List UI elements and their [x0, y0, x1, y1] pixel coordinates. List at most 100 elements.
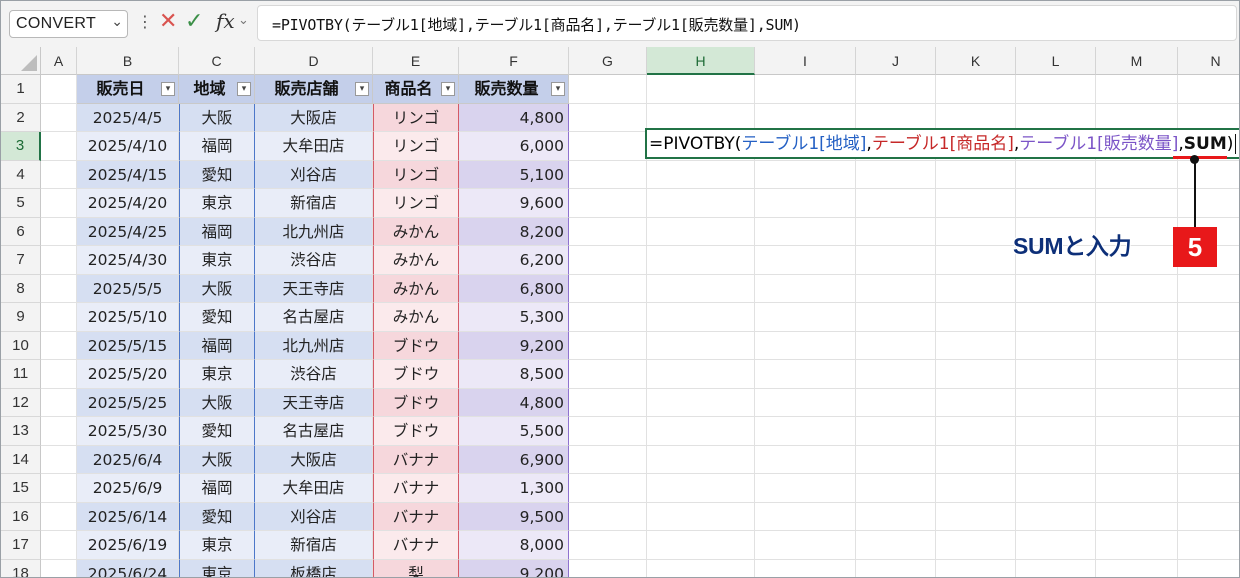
table-header-cell[interactable]: 販売数量 ▾	[459, 75, 569, 104]
grid-cell[interactable]	[1016, 559, 1096, 577]
table-cell[interactable]: 大阪店	[255, 103, 373, 132]
column-header-a[interactable]: A	[41, 47, 77, 75]
grid-cell[interactable]	[936, 502, 1016, 531]
grid-cell[interactable]	[1016, 417, 1096, 446]
table-cell[interactable]: 大牟田店	[255, 132, 373, 161]
table-cell[interactable]: 9,200	[459, 559, 569, 577]
grid-cell[interactable]	[1096, 360, 1178, 389]
grid-cell[interactable]	[755, 502, 856, 531]
grid-cell[interactable]	[856, 189, 936, 218]
grid-cell[interactable]	[647, 502, 755, 531]
table-cell[interactable]: リンゴ	[373, 189, 459, 218]
grid-cell[interactable]	[569, 360, 647, 389]
row-header-14[interactable]: 14	[1, 445, 41, 474]
grid-cell[interactable]	[856, 445, 936, 474]
table-cell[interactable]: 福岡	[179, 132, 255, 161]
grid-cell[interactable]	[41, 417, 77, 446]
table-cell[interactable]: 5,300	[459, 303, 569, 332]
grid-cell[interactable]	[755, 189, 856, 218]
table-cell[interactable]: 愛知	[179, 160, 255, 189]
grid-cell[interactable]	[1016, 75, 1096, 104]
grid-cell[interactable]	[41, 160, 77, 189]
grid-cell[interactable]	[1016, 445, 1096, 474]
row-header-17[interactable]: 17	[1, 531, 41, 560]
row-header-7[interactable]: 7	[1, 246, 41, 275]
in-cell-formula[interactable]: =PIVOTBY(テーブル1[地域],テーブル1[商品名],テーブル1[販売数量…	[649, 132, 1237, 156]
table-cell[interactable]: リンゴ	[373, 160, 459, 189]
grid-cell[interactable]	[936, 417, 1016, 446]
table-cell[interactable]: みかん	[373, 303, 459, 332]
filter-dropdown-icon[interactable]: ▾	[551, 82, 565, 96]
table-cell[interactable]: 9,200	[459, 331, 569, 360]
table-cell[interactable]: 刈谷店	[255, 502, 373, 531]
table-cell[interactable]: 北九州店	[255, 331, 373, 360]
table-cell[interactable]: 8,000	[459, 531, 569, 560]
table-cell[interactable]: 東京	[179, 559, 255, 577]
grid-cell[interactable]	[856, 160, 936, 189]
table-cell[interactable]: 2025/5/15	[77, 331, 179, 360]
grid-cell[interactable]	[936, 331, 1016, 360]
column-header-e[interactable]: E	[373, 47, 459, 75]
grid-cell[interactable]	[647, 360, 755, 389]
grid-cell[interactable]	[1096, 160, 1178, 189]
row-header-3[interactable]: 3	[1, 132, 41, 161]
grid-cell[interactable]	[1178, 560, 1239, 578]
grid-cell[interactable]	[1096, 303, 1178, 332]
grid-cell[interactable]	[1016, 531, 1096, 560]
grid-cell[interactable]	[856, 246, 936, 275]
grid-cell[interactable]	[755, 445, 856, 474]
grid-cell[interactable]	[41, 388, 77, 417]
grid-cell[interactable]	[755, 303, 856, 332]
grid-cell[interactable]	[1178, 189, 1239, 218]
table-cell[interactable]: 2025/4/25	[77, 217, 179, 246]
grid-cell[interactable]	[1178, 446, 1239, 474]
grid-cell[interactable]	[569, 559, 647, 577]
table-cell[interactable]: 2025/4/20	[77, 189, 179, 218]
grid-cell[interactable]	[1096, 502, 1178, 531]
grid-cell[interactable]	[1016, 502, 1096, 531]
grid-cell[interactable]	[647, 559, 755, 577]
chevron-down-icon[interactable]: ⌄	[238, 13, 249, 28]
grid-cell[interactable]	[936, 360, 1016, 389]
grid-cell[interactable]	[936, 445, 1016, 474]
grid-cell[interactable]	[936, 474, 1016, 503]
grid-cell[interactable]	[755, 331, 856, 360]
table-cell[interactable]: 9,600	[459, 189, 569, 218]
grid-cell[interactable]	[1096, 417, 1178, 446]
grid-cell[interactable]	[1178, 303, 1239, 332]
grid-cell[interactable]	[755, 274, 856, 303]
grid-cell[interactable]	[1096, 474, 1178, 503]
more-options-icon[interactable]: ⋮	[137, 13, 153, 31]
grid-cell[interactable]	[647, 246, 755, 275]
table-cell[interactable]: 東京	[179, 246, 255, 275]
column-header-d[interactable]: D	[255, 47, 373, 75]
grid-cell[interactable]	[41, 531, 77, 560]
grid-cell[interactable]	[41, 331, 77, 360]
table-cell[interactable]: 2025/6/4	[77, 445, 179, 474]
table-cell[interactable]: 名古屋店	[255, 417, 373, 446]
grid-cell[interactable]	[755, 417, 856, 446]
grid-cell[interactable]	[755, 160, 856, 189]
table-cell[interactable]: ブドウ	[373, 388, 459, 417]
table-cell[interactable]: 2025/4/15	[77, 160, 179, 189]
grid-cell[interactable]	[41, 246, 77, 275]
table-cell[interactable]: 渋谷店	[255, 360, 373, 389]
grid-cell[interactable]	[647, 75, 755, 104]
table-cell[interactable]: 福岡	[179, 331, 255, 360]
grid-cell[interactable]	[755, 75, 856, 104]
grid-cell[interactable]	[569, 274, 647, 303]
table-cell[interactable]: 天王寺店	[255, 388, 373, 417]
filter-dropdown-icon[interactable]: ▾	[237, 82, 251, 96]
table-header-cell[interactable]: 商品名 ▾	[373, 75, 459, 104]
grid-cell[interactable]	[1016, 388, 1096, 417]
grid-cell[interactable]	[755, 531, 856, 560]
row-header-13[interactable]: 13	[1, 417, 41, 446]
table-cell[interactable]: 4,800	[459, 103, 569, 132]
grid-cell[interactable]	[569, 160, 647, 189]
grid-cell[interactable]	[647, 445, 755, 474]
column-header-c[interactable]: C	[179, 47, 255, 75]
row-header-9[interactable]: 9	[1, 303, 41, 332]
table-cell[interactable]: みかん	[373, 274, 459, 303]
grid-cell[interactable]	[755, 360, 856, 389]
grid-cell[interactable]	[856, 559, 936, 577]
